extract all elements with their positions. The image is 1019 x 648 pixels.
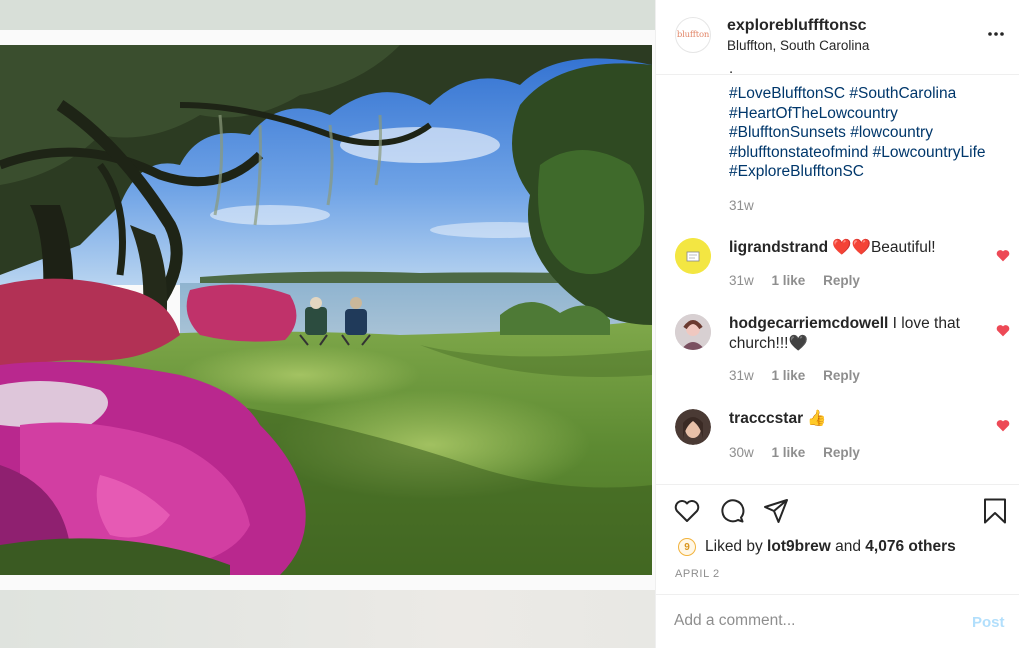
comment-body: 👍 xyxy=(807,410,827,427)
comment-age[interactable]: 30w xyxy=(729,445,754,460)
commenter-avatar[interactable] xyxy=(675,238,711,274)
hashtag-link[interactable]: #blufftonstateofmind xyxy=(729,144,868,161)
likes-summary: Liked by lot9brew and 4,076 others xyxy=(705,538,956,556)
avatar-photo-icon xyxy=(675,314,711,350)
hashtag-link[interactable]: #ExploreBlufftonSC xyxy=(729,163,864,180)
comment-composer: Post xyxy=(656,594,1019,648)
comment-body: ❤️❤️Beautiful! xyxy=(832,239,936,256)
comment-icon[interactable] xyxy=(718,497,746,525)
post-header: bluffton explorebluffftonsc Bluffton, So… xyxy=(656,0,1019,75)
share-icon[interactable] xyxy=(762,497,790,525)
account-avatar[interactable]: bluffton xyxy=(675,17,711,53)
comment-meta: 31w 1 like Reply xyxy=(729,368,874,383)
likes-count-link[interactable]: 4,076 others xyxy=(865,538,955,555)
hashtag-link[interactable]: #BlufftonSunsets xyxy=(729,124,846,141)
reply-button[interactable]: Reply xyxy=(823,445,860,460)
liked-by-prefix: Liked by xyxy=(705,538,763,555)
commenter-username[interactable]: tracccstar xyxy=(729,410,803,427)
comment-heart-icon[interactable] xyxy=(996,419,1010,432)
hashtag-link[interactable]: #LoveBlufftonSC xyxy=(729,85,845,102)
avatar-photo-icon xyxy=(675,409,711,445)
commenter-username[interactable]: ligrandstrand xyxy=(729,239,828,256)
comment-heart-icon[interactable] xyxy=(996,324,1010,337)
commenter-username[interactable]: hodgecarriemcdowell xyxy=(729,315,888,332)
hashtag-link[interactable]: #HeartOfTheLowcountry xyxy=(729,105,898,122)
comment-likes[interactable]: 1 like xyxy=(772,445,806,460)
more-horizontal-icon[interactable] xyxy=(986,24,1006,44)
comment-text: tracccstar 👍 xyxy=(729,409,979,429)
comment-likes[interactable]: 1 like xyxy=(772,368,806,383)
commenter-avatar[interactable] xyxy=(675,314,711,350)
bookmark-icon[interactable] xyxy=(981,497,1009,525)
hashtag-link[interactable]: #LowcountryLife xyxy=(873,144,986,161)
reply-button[interactable]: Reply xyxy=(823,273,860,288)
reply-button[interactable]: Reply xyxy=(823,368,860,383)
post-comment-button[interactable]: Post xyxy=(972,614,1005,631)
post-media-area xyxy=(0,0,655,648)
comment-text: hodgecarriemcdowell I love that church!!… xyxy=(729,314,979,354)
post-actions: 9 Liked by lot9brew and 4,076 others APR… xyxy=(656,484,1019,594)
liker-username[interactable]: lot9brew xyxy=(767,538,831,555)
heart-icon[interactable] xyxy=(673,497,701,525)
caption-timestamp[interactable]: 31w xyxy=(729,198,754,213)
post-details-panel: bluffton explorebluffftonsc Bluffton, So… xyxy=(655,0,1019,648)
comment-input[interactable] xyxy=(674,609,964,633)
brand-logo-text: bluffton xyxy=(676,30,710,40)
liked-and: and xyxy=(835,538,861,555)
previous-post-strip xyxy=(0,0,655,30)
liker-avatar[interactable]: 9 xyxy=(678,538,696,556)
comment-likes[interactable]: 1 like xyxy=(772,273,806,288)
comment-meta: 30w 1 like Reply xyxy=(729,445,874,460)
comment-age[interactable]: 31w xyxy=(729,273,754,288)
comment-age[interactable]: 31w xyxy=(729,368,754,383)
caption-fragment: . xyxy=(729,60,734,77)
avatar-drawing-icon xyxy=(675,238,711,274)
post-location[interactable]: Bluffton, South Carolina xyxy=(727,38,869,53)
comment-heart-icon[interactable] xyxy=(996,249,1010,262)
post-date[interactable]: APRIL 2 xyxy=(675,568,720,580)
hashtag-link[interactable]: #lowcountry xyxy=(850,124,933,141)
hashtag-link[interactable]: #SouthCarolina xyxy=(849,85,956,102)
comment-meta: 31w 1 like Reply xyxy=(729,273,874,288)
comment-text: ligrandstrand ❤️❤️Beautiful! xyxy=(729,238,979,258)
post-photo[interactable] xyxy=(0,45,652,575)
commenter-avatar[interactable] xyxy=(675,409,711,445)
next-post-strip xyxy=(0,590,655,648)
caption-hashtags: #LoveBlufftonSC #SouthCarolina #HeartOfT… xyxy=(729,84,1014,182)
account-username[interactable]: explorebluffftonsc xyxy=(727,17,867,35)
